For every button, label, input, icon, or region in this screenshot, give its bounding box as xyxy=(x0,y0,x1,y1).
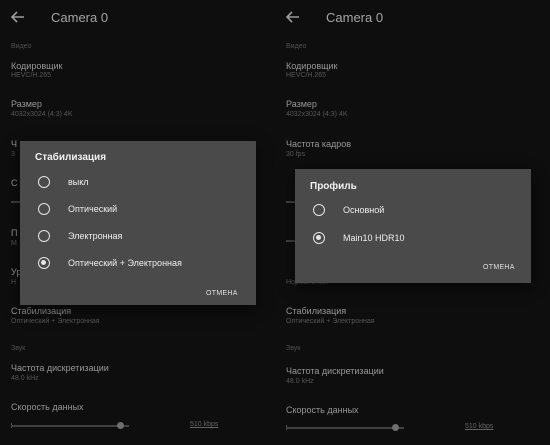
profile-dialog: Профиль Основной Main10 HDR10 ОТМЕНА xyxy=(295,169,531,283)
radio-unchecked-icon xyxy=(38,176,50,188)
dialog-title: Стабилизация xyxy=(35,152,107,163)
left-screen: Camera 0 Видео Кодировщик HEVC/H.265 Раз… xyxy=(0,0,275,445)
radio-checked-icon xyxy=(313,232,325,244)
cancel-button[interactable]: ОТМЕНА xyxy=(206,290,238,297)
option-off[interactable]: выкл xyxy=(38,173,238,191)
option-label: Оптический xyxy=(68,204,118,214)
option-electronic[interactable]: Электронная xyxy=(38,227,238,245)
option-label: выкл xyxy=(68,177,89,187)
option-main10-hdr10[interactable]: Main10 HDR10 xyxy=(313,229,513,247)
cancel-button[interactable]: ОТМЕНА xyxy=(483,264,515,271)
option-optical-electronic[interactable]: Оптический + Электронная xyxy=(38,254,248,272)
radio-unchecked-icon xyxy=(38,230,50,242)
option-label: Main10 HDR10 xyxy=(343,233,405,243)
radio-unchecked-icon xyxy=(38,203,50,215)
option-optical[interactable]: Оптический xyxy=(38,200,238,218)
option-label: Основной xyxy=(343,205,385,215)
option-main[interactable]: Основной xyxy=(313,201,513,219)
option-label: Оптический + Электронная xyxy=(68,258,182,268)
radio-unchecked-icon xyxy=(313,204,325,216)
radio-checked-icon xyxy=(38,257,50,269)
stabilization-dialog: Стабилизация выкл Оптический Электронная… xyxy=(20,141,256,305)
right-screen: Camera 0 Видео Кодировщик HEVC/H.265 Раз… xyxy=(275,0,550,445)
option-label: Электронная xyxy=(68,231,123,241)
dialog-title: Профиль xyxy=(310,181,357,192)
